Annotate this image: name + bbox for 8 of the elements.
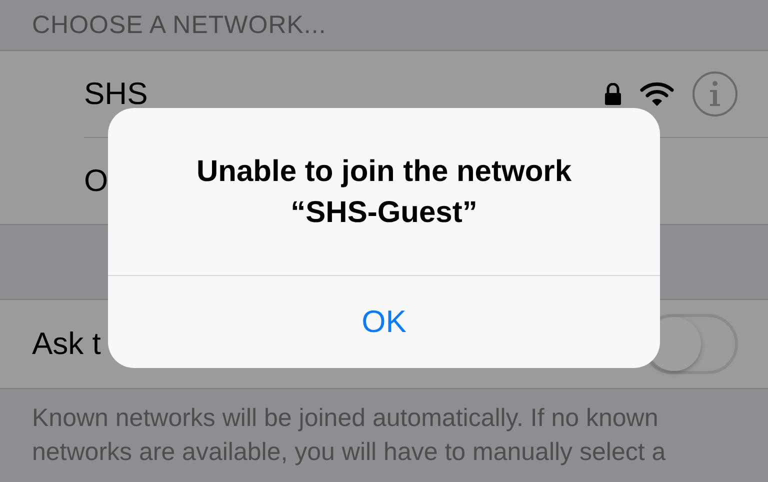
info-icon[interactable] [692,71,738,117]
setting-label: Ask t [32,326,102,362]
wifi-icon [640,81,674,107]
lock-icon [604,83,622,105]
ok-button[interactable]: OK [108,276,660,368]
section-header: CHOOSE A NETWORK... [31,10,328,40]
alert-title: Unable to join the network “SHS-Guest” [108,108,660,276]
footer-note: Known networks will be joined automatically. If no known networks are available, you will have to manually select a [31,403,667,468]
